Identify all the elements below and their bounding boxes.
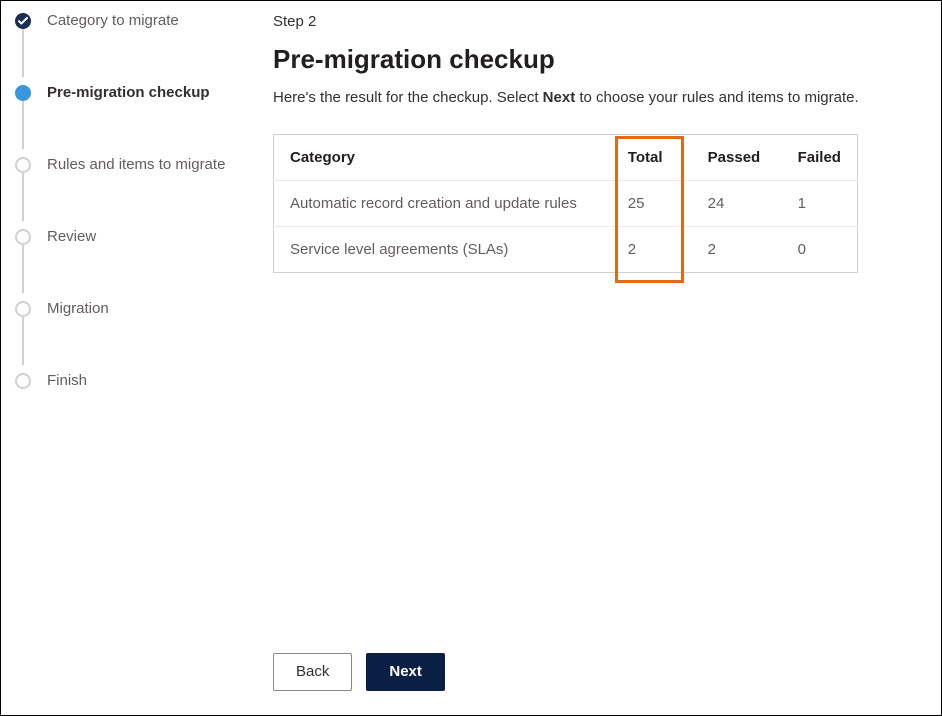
col-header-category: Category (274, 135, 612, 181)
col-header-failed: Failed (782, 135, 858, 181)
wizard-stepper: Category to migrate Pre-migration checku… (1, 1, 261, 715)
step-rules-and-items[interactable]: Rules and items to migrate (15, 153, 261, 225)
pending-step-icon (15, 301, 31, 317)
description-bold: Next (543, 89, 576, 106)
col-header-total: Total (612, 135, 692, 181)
step-connector (22, 171, 24, 221)
step-pre-migration-checkup[interactable]: Pre-migration checkup (15, 81, 261, 153)
cell-failed: 1 (782, 181, 858, 227)
step-label: Category to migrate (47, 11, 179, 79)
step-connector (22, 99, 24, 149)
results-table: Category Total Passed Failed Automatic r… (273, 134, 858, 273)
step-connector (22, 243, 24, 293)
wizard-footer: Back Next (273, 635, 901, 715)
step-connector (22, 27, 24, 77)
description-pre: Here's the result for the checkup. Selec… (273, 89, 543, 106)
description-post: to choose your rules and items to migrat… (579, 89, 858, 106)
back-button[interactable]: Back (273, 653, 352, 691)
next-button[interactable]: Next (366, 653, 445, 691)
step-review[interactable]: Review (15, 225, 261, 297)
cell-passed: 24 (692, 181, 782, 227)
pending-step-icon (15, 229, 31, 245)
step-label: Pre-migration checkup (47, 83, 210, 151)
col-header-passed: Passed (692, 135, 782, 181)
cell-total: 25 (612, 181, 692, 227)
page-title: Pre-migration checkup (273, 44, 901, 75)
step-label: Rules and items to migrate (47, 155, 225, 223)
step-category-to-migrate[interactable]: Category to migrate (15, 9, 261, 81)
table-header-row: Category Total Passed Failed (274, 135, 858, 181)
pending-step-icon (15, 157, 31, 173)
results-table-wrapper: Category Total Passed Failed Automatic r… (273, 134, 901, 273)
cell-category: Automatic record creation and update rul… (274, 181, 612, 227)
step-finish[interactable]: Finish (15, 369, 261, 441)
cell-passed: 2 (692, 227, 782, 273)
table-row: Service level agreements (SLAs) 2 2 0 (274, 227, 858, 273)
table-row: Automatic record creation and update rul… (274, 181, 858, 227)
step-connector (22, 315, 24, 365)
step-label: Finish (47, 371, 87, 439)
wizard-frame: Category to migrate Pre-migration checku… (0, 0, 942, 716)
step-indicator: Step 2 (273, 13, 901, 30)
check-circle-icon (15, 13, 31, 29)
cell-category: Service level agreements (SLAs) (274, 227, 612, 273)
wizard-main: Step 2 Pre-migration checkup Here's the … (261, 1, 941, 715)
cell-total: 2 (612, 227, 692, 273)
pending-step-icon (15, 373, 31, 389)
page-description: Here's the result for the checkup. Selec… (273, 89, 901, 106)
cell-failed: 0 (782, 227, 858, 273)
step-migration[interactable]: Migration (15, 297, 261, 369)
step-label: Review (47, 227, 96, 295)
step-label: Migration (47, 299, 109, 367)
current-step-icon (15, 85, 31, 101)
